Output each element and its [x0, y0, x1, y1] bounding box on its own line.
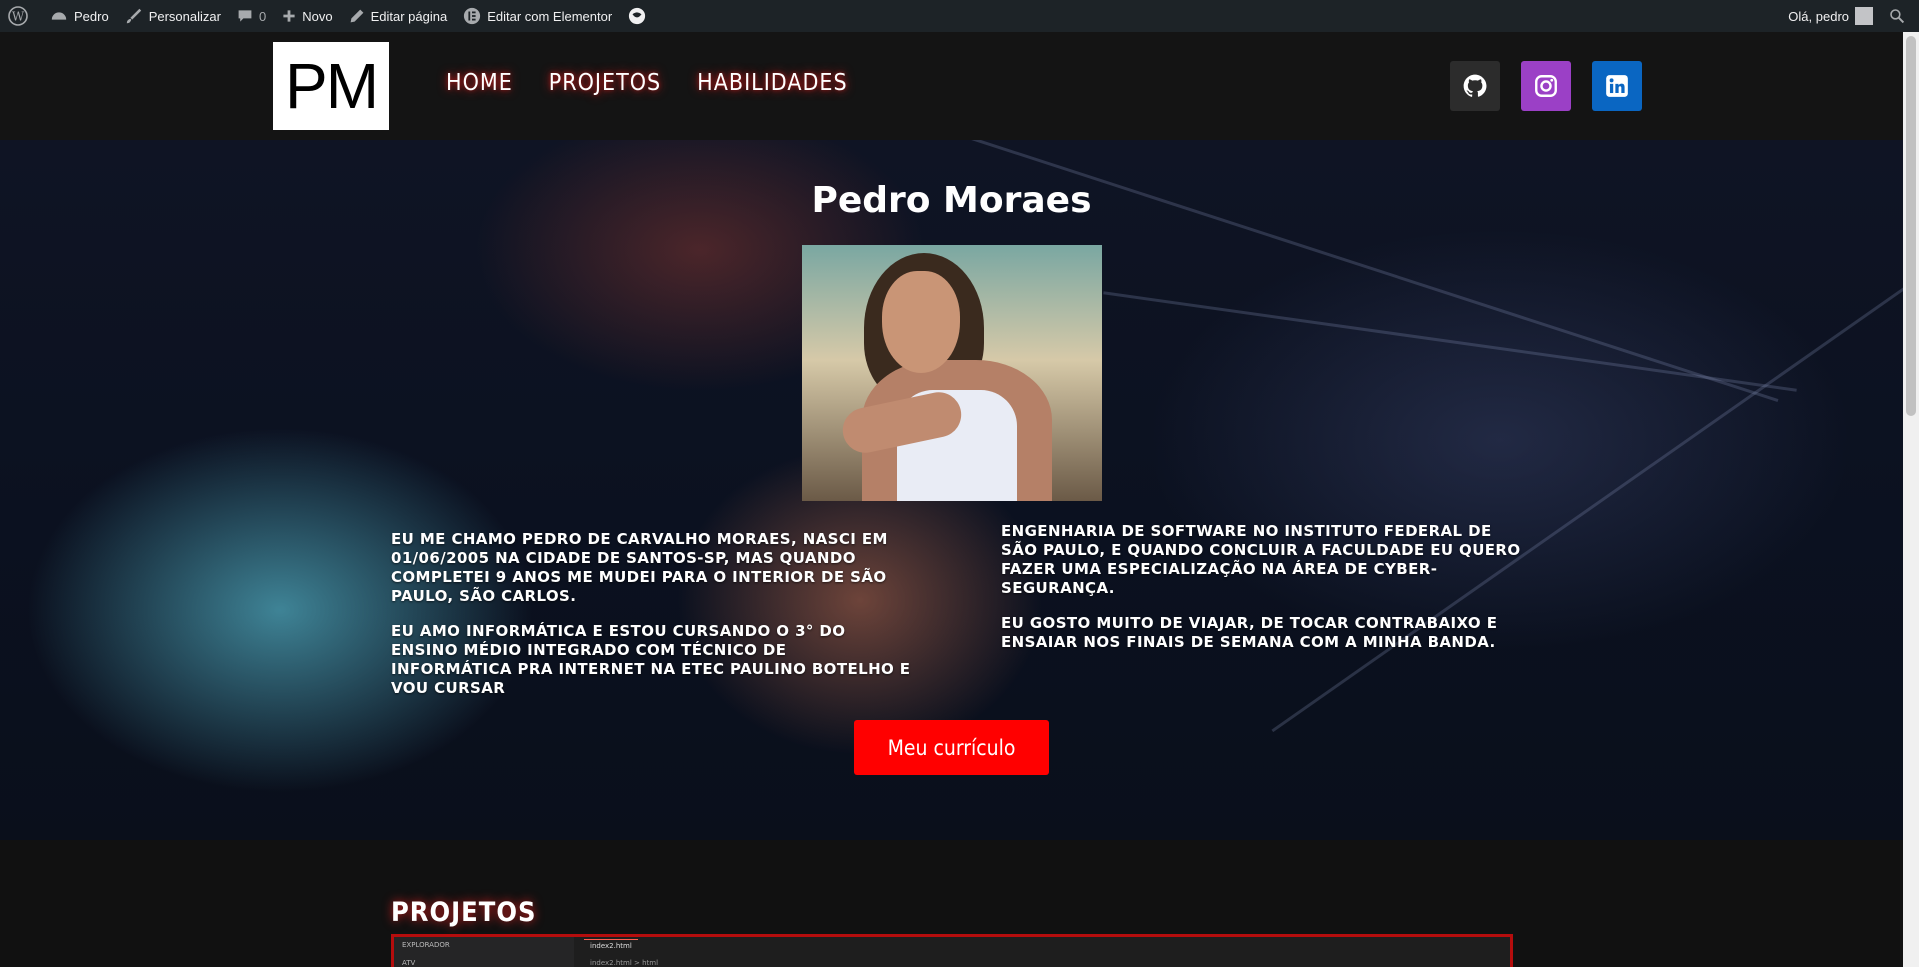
- github-button[interactable]: [1450, 61, 1500, 111]
- account-menu[interactable]: Olá, pedro: [1780, 0, 1881, 32]
- nav-projetos[interactable]: PROJETOS: [549, 70, 661, 96]
- admin-bar: W Pedro Personalizar 0 Novo Editar págin…: [0, 0, 1919, 32]
- linkedin-icon: [1606, 75, 1628, 97]
- stage-truss-decoration: [1103, 291, 1797, 392]
- site-header: PM HOME PROJETOS HABILIDADES: [0, 32, 1919, 140]
- hero-section: Pedro Moraes EU ME CHAMO PEDRO DE CARVAL…: [0, 140, 1903, 840]
- brush-icon: [126, 8, 141, 24]
- bio-paragraph: ENGENHARIA DE SOFTWARE NO INSTITUTO FEDE…: [1001, 522, 1521, 597]
- extra-plugin-link[interactable]: [620, 0, 660, 32]
- customize-label: Personalizar: [148, 8, 221, 24]
- bio-left-column: EU ME CHAMO PEDRO DE CARVALHO MORAES, NA…: [391, 530, 911, 698]
- editor-breadcrumb: index2.html > html: [590, 959, 659, 967]
- new-content-link[interactable]: Novo: [274, 0, 340, 32]
- edit-page-link[interactable]: Editar página: [341, 0, 456, 32]
- wordpress-logo-icon[interactable]: W: [0, 0, 42, 32]
- main-nav: HOME PROJETOS HABILIDADES: [446, 70, 848, 96]
- pencil-icon: [350, 9, 363, 23]
- edit-page-label: Editar página: [370, 8, 448, 24]
- plugin-face-icon: [629, 7, 646, 25]
- elementor-icon: [464, 7, 481, 25]
- comment-icon: [238, 10, 252, 22]
- comments-count: 0: [258, 8, 267, 24]
- bio-right-column: ENGENHARIA DE SOFTWARE NO INSTITUTO FEDE…: [1001, 522, 1521, 652]
- projects-heading: PROJETOS: [391, 897, 537, 928]
- instagram-button[interactable]: [1521, 61, 1571, 111]
- nav-habilidades[interactable]: HABILIDADES: [697, 70, 847, 96]
- greeting-label: Olá, pedro: [1788, 8, 1849, 24]
- svg-text:W: W: [12, 10, 25, 24]
- instagram-icon: [1535, 75, 1557, 97]
- search-icon: [1890, 9, 1905, 24]
- edit-elementor-link[interactable]: Editar com Elementor: [455, 0, 620, 32]
- nav-home[interactable]: HOME: [446, 70, 513, 96]
- new-label: Novo: [302, 8, 333, 24]
- curriculum-button[interactable]: Meu currículo: [854, 720, 1049, 775]
- edit-elementor-label: Editar com Elementor: [487, 8, 613, 24]
- bio-paragraph: EU ME CHAMO PEDRO DE CARVALHO MORAES, NA…: [391, 530, 888, 605]
- site-name-label: Pedro: [74, 8, 109, 24]
- folder-label: ATV: [402, 959, 416, 967]
- comments-link[interactable]: 0: [229, 0, 274, 32]
- plus-icon: [283, 10, 295, 22]
- scrollbar-thumb[interactable]: [1906, 36, 1916, 416]
- bio-paragraph: EU GOSTO MUITO DE VIAJAR, DE TOCAR CONTR…: [1001, 614, 1498, 651]
- editor-tab: index2.html: [584, 939, 638, 952]
- avatar: [1855, 7, 1873, 25]
- bio-paragraph: EU AMO INFORMÁTICA E ESTOU CURSANDO O 3°…: [391, 622, 911, 697]
- explorer-panel: EXPLORADOR: [394, 937, 574, 967]
- site-logo[interactable]: PM: [273, 42, 389, 130]
- explorer-label: EXPLORADOR: [402, 941, 450, 949]
- github-icon: [1463, 74, 1487, 97]
- profile-photo: [802, 245, 1102, 501]
- customize-link[interactable]: Personalizar: [117, 0, 229, 32]
- site-name-link[interactable]: Pedro: [42, 0, 117, 32]
- linkedin-button[interactable]: [1592, 61, 1642, 111]
- hero-title: Pedro Moraes: [811, 180, 1092, 221]
- admin-search-button[interactable]: [1881, 0, 1919, 32]
- project-preview-image[interactable]: EXPLORADOR ATV index2.html index2.html >…: [391, 934, 1513, 967]
- page-scrollbar[interactable]: [1903, 32, 1919, 967]
- dashboard-icon: [51, 12, 67, 20]
